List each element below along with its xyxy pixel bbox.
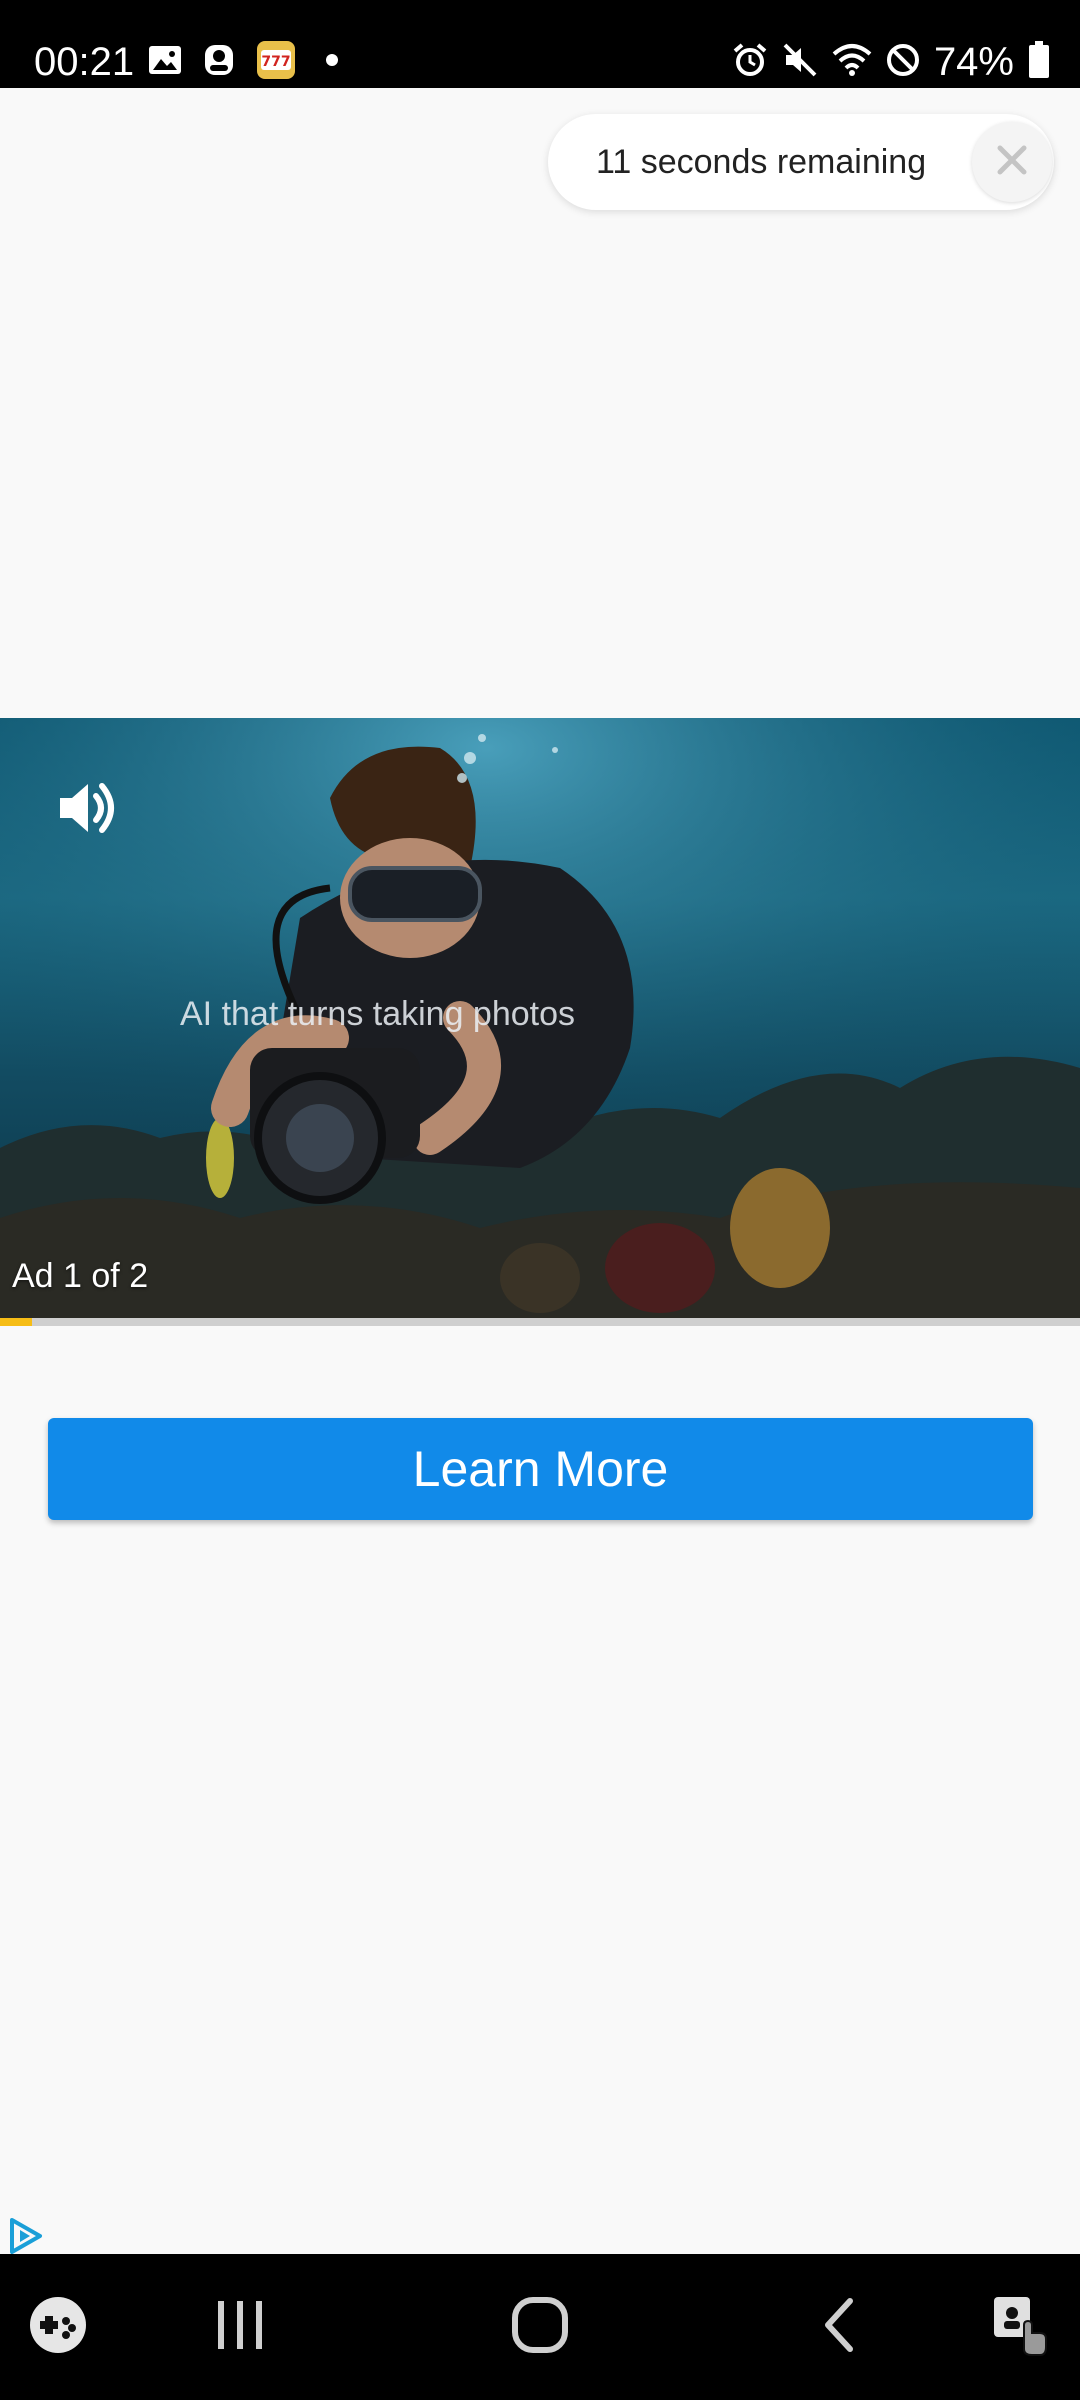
- video-progress-track: [0, 1318, 1080, 1326]
- status-right-icons: 74%: [732, 38, 1050, 86]
- navigation-bar: [0, 2254, 1080, 2400]
- close-button[interactable]: [972, 122, 1052, 202]
- mute-icon: [782, 42, 818, 83]
- back-icon: [820, 2297, 860, 2358]
- battery-icon: [1028, 40, 1050, 84]
- countdown-text: 11 seconds remaining: [596, 143, 927, 181]
- status-time: 00:21: [34, 40, 135, 84]
- video-caption: AI that turns taking photos: [180, 995, 576, 1033]
- countdown-pill: 11 seconds remaining: [548, 114, 1054, 210]
- alarm-icon: [732, 42, 768, 83]
- game-launcher-icon: [28, 2295, 88, 2360]
- slots-app-icon: 777: [256, 40, 296, 80]
- learn-more-button[interactable]: Learn More: [48, 1418, 1033, 1520]
- recent-apps-button[interactable]: [200, 2254, 280, 2400]
- game-launcher-button[interactable]: [18, 2254, 98, 2400]
- accessibility-button[interactable]: [980, 2254, 1060, 2400]
- accessibility-icon: [990, 2293, 1050, 2362]
- gallery-icon: [148, 45, 182, 75]
- close-icon: [992, 140, 1032, 185]
- back-button[interactable]: [800, 2254, 880, 2400]
- recent-apps-icon: [214, 2297, 266, 2358]
- profile-icon: [204, 44, 234, 76]
- video-progress-fill: [0, 1318, 33, 1326]
- home-button[interactable]: [500, 2254, 580, 2400]
- do-not-disturb-icon: [886, 43, 920, 82]
- wifi-icon: [832, 42, 872, 83]
- volume-icon[interactable]: [56, 778, 120, 843]
- notification-dot: [326, 54, 338, 66]
- svg-text:777: 777: [261, 54, 290, 70]
- video-player[interactable]: AI that turns taking photos Ad 1 of 2: [0, 718, 1080, 1318]
- home-icon: [510, 2295, 570, 2360]
- ad-counter: Ad 1 of 2: [12, 1257, 149, 1295]
- status-left-icons: 777: [148, 40, 338, 80]
- battery-percentage: 74%: [933, 40, 1014, 84]
- status-bar: 00:21 777 74%: [0, 0, 1080, 88]
